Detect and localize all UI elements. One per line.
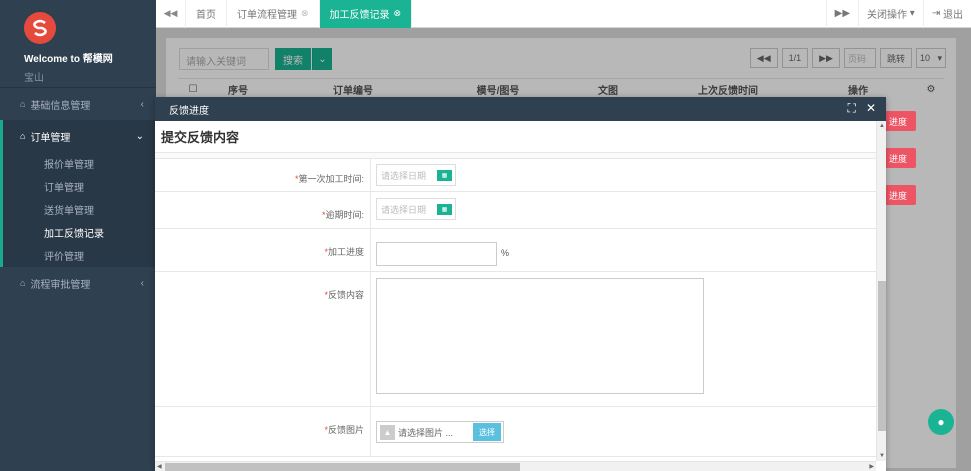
delay-time-label: *逾期时间: (155, 192, 371, 228)
sidebar-item-delivery[interactable]: 送货单管理 (3, 198, 156, 221)
chevron-down-icon: ⌄ (135, 130, 144, 142)
images-cell: ▲ 请选择图片 ... 选择 (371, 407, 876, 456)
first-time-cell: 请选择日期 ▦ (371, 159, 876, 191)
vertical-scrollbar[interactable]: ▲ ▼ (876, 121, 886, 461)
row-delay-time: *逾期时间: 请选择日期 ▦ (155, 192, 876, 229)
feedback-textarea[interactable] (376, 278, 704, 394)
chevron-left-icon: ‹ (140, 277, 144, 289)
row-images: *反馈图片 ▲ 请选择图片 ... 选择 (155, 407, 876, 457)
chevron-left-icon: ‹ (140, 98, 144, 110)
home-icon: ⌂ (20, 278, 26, 288)
progress-input[interactable] (376, 242, 497, 266)
sidebar-item-feedback[interactable]: 加工反馈记录 (3, 221, 156, 244)
progress-label: *加工进度 (155, 229, 371, 271)
nav-orders[interactable]: ⌂ 订单管理 ⌄ (3, 120, 156, 152)
logo-icon (24, 12, 56, 44)
user-image-icon: ▲ (380, 424, 395, 440)
tab-order-flow[interactable]: 订单流程管理 ⊗ (227, 0, 320, 28)
close-ops-dropdown[interactable]: 关闭操作 ▾ (858, 0, 923, 28)
nav-group-orders: ⌂ 订单管理 ⌄ 报价单管理 订单管理 送货单管理 加工反馈记录 评价管理 (0, 120, 156, 267)
tab-bar: ◀◀ 首页 订单流程管理 ⊗ 加工反馈记录 ⊗ ▶▶ 关闭操作 ▾ ⇥ 退出 (156, 0, 971, 28)
logout-label: 退出 (943, 10, 963, 21)
modal-header: 反馈进度 ⛶ ✕ (155, 97, 886, 121)
tab-home[interactable]: 首页 (186, 0, 227, 28)
image-file-input[interactable]: ▲ 请选择图片 ... 选择 (376, 421, 504, 443)
form-title: 提交反馈内容 (155, 121, 876, 153)
date-placeholder: 请选择日期 (381, 171, 427, 181)
calendar-icon[interactable]: ▦ (437, 170, 452, 181)
first-time-date-input[interactable]: 请选择日期 ▦ (376, 164, 456, 186)
progress-label-text: 加工进度 (327, 247, 364, 257)
sidebar-item-quotes[interactable]: 报价单管理 (3, 152, 156, 175)
scroll-up-icon[interactable]: ▲ (879, 123, 885, 129)
username: 宝山 (24, 73, 44, 84)
scroll-right-icon[interactable]: ▶ (869, 463, 874, 470)
welcome-text: Welcome to 帮模网 (24, 54, 113, 65)
nav-approval[interactable]: ⌂ 流程审批管理 ‹ (0, 267, 156, 299)
close-icon[interactable]: ⊗ (394, 8, 402, 19)
home-icon: ⌂ (20, 131, 26, 141)
percent-unit: % (501, 248, 510, 258)
first-time-label: *第一次加工时间: (155, 159, 371, 191)
sidebar-item-review[interactable]: 评价管理 (3, 244, 156, 267)
delay-time-label-text: 逾期时间: (325, 210, 364, 220)
close-ops-label: 关闭操作 (867, 10, 908, 21)
topbar-right: ▶▶ 关闭操作 ▾ ⇥ 退出 (825, 0, 971, 28)
nav-orders-label: 订单管理 (30, 132, 71, 144)
scroll-down-icon[interactable]: ▼ (879, 453, 885, 459)
logout-button[interactable]: ⇥ 退出 (922, 0, 971, 28)
tab-feedback-records-label: 加工反馈记录 (329, 10, 390, 21)
close-icon[interactable]: ⊗ (301, 8, 309, 19)
images-label: *反馈图片 (155, 407, 371, 456)
file-placeholder: 请选择图片 ... (398, 427, 454, 438)
horizontal-scrollbar[interactable]: ◀ ▶ (155, 461, 876, 471)
nav-basic-info[interactable]: ⌂ 基础信息管理 ‹ (0, 88, 156, 120)
delay-time-cell: 请选择日期 ▦ (371, 192, 876, 228)
modal-header-icons: ⛶ ✕ (848, 101, 876, 116)
row-content: *反馈内容 (155, 272, 876, 407)
scroll-thumb[interactable] (878, 281, 886, 431)
sidebar-item-orders[interactable]: 订单管理 (3, 175, 156, 198)
tab-scroll-right-icon[interactable]: ▶▶ (825, 0, 858, 28)
nav-basic-info-label: 基础信息管理 (30, 100, 91, 112)
chat-icon[interactable]: ● (928, 409, 954, 435)
date-placeholder: 请选择日期 (381, 205, 427, 215)
progress-cell: % (371, 229, 876, 271)
tab-home-label: 首页 (196, 10, 216, 21)
logout-icon: ⇥ (931, 8, 941, 19)
content-cell (371, 272, 876, 406)
tab-feedback-records[interactable]: 加工反馈记录 ⊗ (319, 0, 413, 28)
choose-file-button[interactable]: 选择 (473, 423, 501, 441)
maximize-icon[interactable]: ⛶ (848, 101, 856, 116)
profile-area: Welcome to 帮模网 宝山 (0, 0, 156, 88)
first-time-label-text: 第一次加工时间: (298, 174, 364, 184)
sidebar: Welcome to 帮模网 宝山 ⌂ 基础信息管理 ‹ ⌂ 订单管理 ⌄ 报价… (0, 0, 156, 471)
delay-time-date-input[interactable]: 请选择日期 ▦ (376, 198, 456, 220)
content-label-text: 反馈内容 (327, 290, 364, 300)
calendar-icon[interactable]: ▦ (437, 204, 452, 215)
row-progress: *加工进度 % (155, 229, 876, 272)
home-icon: ⌂ (20, 99, 26, 109)
tab-scroll-left-icon[interactable]: ◀◀ (156, 0, 186, 28)
row-first-time: *第一次加工时间: 请选择日期 ▦ (155, 159, 876, 192)
nav-approval-label: 流程审批管理 (30, 279, 91, 291)
modal-body: 提交反馈内容 *第一次加工时间: 请选择日期 ▦ *逾期时间: 请选择日期 ▦ … (155, 121, 876, 461)
feedback-modal: 反馈进度 ⛶ ✕ 提交反馈内容 *第一次加工时间: 请选择日期 ▦ *逾期时间:… (155, 97, 886, 471)
scroll-thumb[interactable] (165, 463, 520, 471)
images-label-text: 反馈图片 (327, 425, 364, 435)
content-label: *反馈内容 (155, 272, 371, 406)
close-icon[interactable]: ✕ (866, 101, 876, 116)
tab-order-flow-label: 订单流程管理 (237, 10, 297, 21)
scroll-left-icon[interactable]: ◀ (157, 463, 162, 470)
modal-header-title: 反馈进度 (169, 105, 209, 117)
